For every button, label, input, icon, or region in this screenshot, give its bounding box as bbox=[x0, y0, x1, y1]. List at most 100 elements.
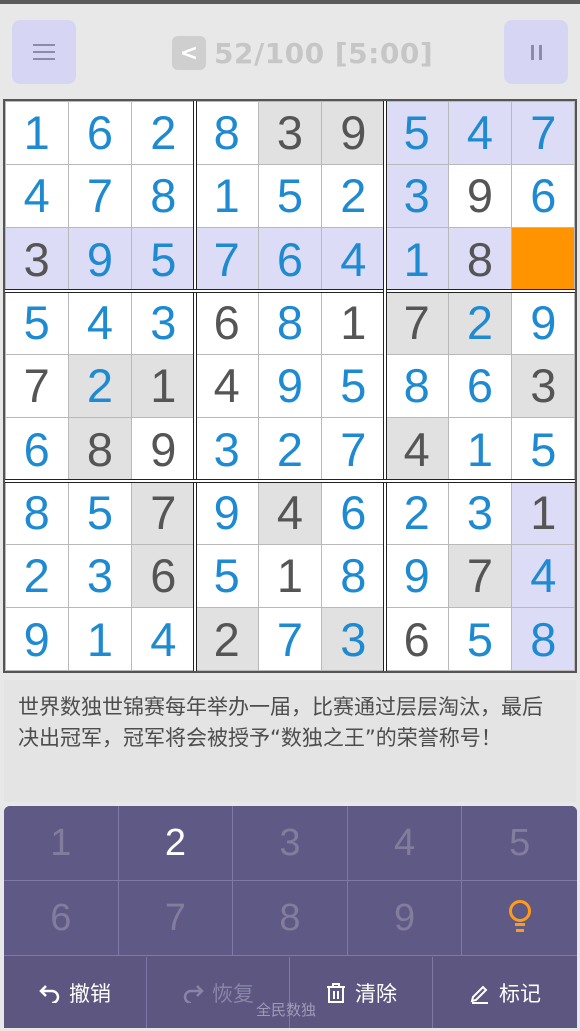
sudoku-cell[interactable]: 7 bbox=[512, 101, 575, 164]
sudoku-cell[interactable]: 7 bbox=[448, 544, 512, 608]
sudoku-cell[interactable]: 8 bbox=[5, 481, 68, 544]
number-key-7[interactable]: 7 bbox=[118, 881, 234, 956]
sudoku-cell[interactable]: 9 bbox=[68, 228, 132, 291]
clear-label: 清除 bbox=[355, 981, 397, 1006]
sudoku-cell[interactable]: 9 bbox=[132, 418, 195, 481]
sudoku-cell[interactable]: 2 bbox=[258, 418, 322, 481]
mark-button[interactable]: 标记 bbox=[433, 957, 577, 1028]
sudoku-cell[interactable]: 9 bbox=[195, 481, 258, 544]
sudoku-cell[interactable]: 1 bbox=[68, 608, 132, 671]
pause-button[interactable] bbox=[504, 20, 568, 84]
sudoku-cell[interactable]: 2 bbox=[5, 544, 68, 608]
number-key-8[interactable]: 8 bbox=[233, 881, 348, 956]
sudoku-cell[interactable]: 7 bbox=[385, 291, 448, 354]
sudoku-cell[interactable]: 4 bbox=[385, 418, 448, 481]
trash-icon bbox=[327, 982, 345, 1003]
sudoku-cell[interactable]: 3 bbox=[5, 228, 68, 291]
selected-cell[interactable] bbox=[512, 228, 575, 291]
sudoku-cell[interactable]: 8 bbox=[448, 228, 512, 291]
sudoku-cell[interactable]: 4 bbox=[512, 544, 575, 608]
sudoku-cell[interactable]: 9 bbox=[5, 608, 68, 671]
sudoku-cell[interactable]: 5 bbox=[5, 291, 68, 354]
sudoku-cell[interactable]: 6 bbox=[68, 101, 132, 164]
sudoku-cell[interactable]: 6 bbox=[132, 544, 195, 608]
undo-button[interactable]: 撤销 bbox=[4, 957, 147, 1028]
sudoku-cell[interactable]: 3 bbox=[322, 608, 385, 671]
sudoku-cell[interactable]: 1 bbox=[132, 354, 195, 418]
sudoku-board: 1628395474781523963957641854368172972149… bbox=[3, 99, 577, 673]
sudoku-cell[interactable]: 2 bbox=[385, 481, 448, 544]
sudoku-cell[interactable]: 7 bbox=[132, 481, 195, 544]
sudoku-cell[interactable]: 7 bbox=[68, 164, 132, 228]
sudoku-cell[interactable]: 5 bbox=[322, 354, 385, 418]
number-key-6[interactable]: 6 bbox=[4, 881, 119, 956]
sudoku-cell[interactable]: 1 bbox=[5, 101, 68, 164]
number-key-9[interactable]: 9 bbox=[347, 881, 463, 956]
sudoku-cell[interactable]: 8 bbox=[258, 291, 322, 354]
sudoku-cell[interactable]: 7 bbox=[322, 418, 385, 481]
sudoku-cell[interactable]: 3 bbox=[385, 164, 448, 228]
sudoku-cell[interactable]: 2 bbox=[195, 608, 258, 671]
sudoku-cell[interactable]: 4 bbox=[322, 228, 385, 291]
sudoku-cell[interactable]: 4 bbox=[132, 608, 195, 671]
sudoku-cell[interactable]: 9 bbox=[512, 291, 575, 354]
sudoku-cell[interactable]: 6 bbox=[322, 481, 385, 544]
sudoku-cell[interactable]: 1 bbox=[195, 164, 258, 228]
sudoku-cell[interactable]: 5 bbox=[132, 228, 195, 291]
number-key-1[interactable]: 1 bbox=[4, 806, 119, 881]
sudoku-cell[interactable]: 4 bbox=[258, 481, 322, 544]
sudoku-cell[interactable]: 4 bbox=[195, 354, 258, 418]
menu-button[interactable] bbox=[12, 20, 76, 84]
sudoku-cell[interactable]: 5 bbox=[258, 164, 322, 228]
sudoku-cell[interactable]: 2 bbox=[448, 291, 512, 354]
sudoku-cell[interactable]: 7 bbox=[5, 354, 68, 418]
number-key-4[interactable]: 4 bbox=[347, 806, 463, 881]
sudoku-cell[interactable]: 3 bbox=[195, 418, 258, 481]
sudoku-cell[interactable]: 8 bbox=[385, 354, 448, 418]
sudoku-cell[interactable]: 9 bbox=[322, 101, 385, 164]
sudoku-cell[interactable]: 3 bbox=[448, 481, 512, 544]
box-divider-horizontal bbox=[5, 479, 575, 483]
sudoku-cell[interactable]: 8 bbox=[512, 608, 575, 671]
sudoku-cell[interactable]: 8 bbox=[322, 544, 385, 608]
number-key-3[interactable]: 3 bbox=[233, 806, 348, 881]
sudoku-cell[interactable]: 6 bbox=[512, 164, 575, 228]
sudoku-cell[interactable]: 2 bbox=[322, 164, 385, 228]
number-key-2[interactable]: 2 bbox=[118, 806, 234, 881]
sudoku-cell[interactable]: 4 bbox=[448, 101, 512, 164]
sudoku-cell[interactable]: 3 bbox=[258, 101, 322, 164]
back-button[interactable]: < bbox=[172, 36, 206, 70]
sudoku-cell[interactable]: 7 bbox=[195, 228, 258, 291]
sudoku-cell[interactable]: 6 bbox=[448, 354, 512, 418]
sudoku-cell[interactable]: 8 bbox=[68, 418, 132, 481]
sudoku-cell[interactable]: 5 bbox=[512, 418, 575, 481]
sudoku-cell[interactable]: 3 bbox=[512, 354, 575, 418]
sudoku-cell[interactable]: 6 bbox=[5, 418, 68, 481]
sudoku-cell[interactable]: 4 bbox=[5, 164, 68, 228]
sudoku-cell[interactable]: 3 bbox=[132, 291, 195, 354]
sudoku-cell[interactable]: 8 bbox=[132, 164, 195, 228]
sudoku-cell[interactable]: 1 bbox=[448, 418, 512, 481]
sudoku-cell[interactable]: 3 bbox=[68, 544, 132, 608]
sudoku-cell[interactable]: 2 bbox=[132, 101, 195, 164]
sudoku-cell[interactable]: 1 bbox=[512, 481, 575, 544]
sudoku-cell[interactable]: 6 bbox=[385, 608, 448, 671]
sudoku-cell[interactable]: 2 bbox=[68, 354, 132, 418]
sudoku-cell[interactable]: 5 bbox=[195, 544, 258, 608]
sudoku-cell[interactable]: 1 bbox=[258, 544, 322, 608]
sudoku-cell[interactable]: 9 bbox=[258, 354, 322, 418]
sudoku-cell[interactable]: 1 bbox=[322, 291, 385, 354]
sudoku-cell[interactable]: 7 bbox=[258, 608, 322, 671]
sudoku-cell[interactable]: 5 bbox=[68, 481, 132, 544]
sudoku-cell[interactable]: 9 bbox=[385, 544, 448, 608]
sudoku-cell[interactable]: 5 bbox=[385, 101, 448, 164]
sudoku-cell[interactable]: 4 bbox=[68, 291, 132, 354]
number-key-5[interactable]: 5 bbox=[462, 806, 577, 881]
sudoku-cell[interactable]: 6 bbox=[258, 228, 322, 291]
sudoku-cell[interactable]: 9 bbox=[448, 164, 512, 228]
hint-button[interactable] bbox=[462, 881, 577, 956]
sudoku-cell[interactable]: 6 bbox=[195, 291, 258, 354]
sudoku-cell[interactable]: 5 bbox=[448, 608, 512, 671]
sudoku-cell[interactable]: 8 bbox=[195, 101, 258, 164]
sudoku-cell[interactable]: 1 bbox=[385, 228, 448, 291]
